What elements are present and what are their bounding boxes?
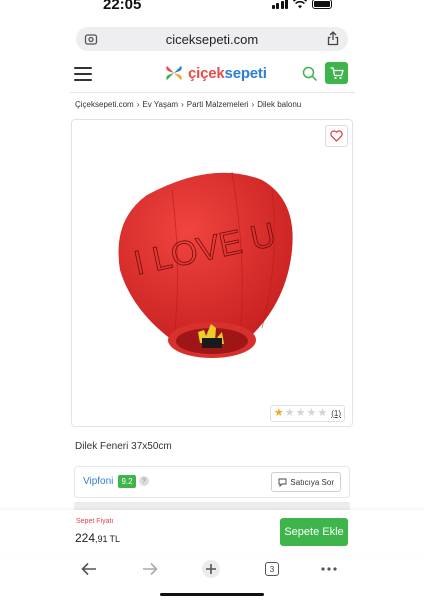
product-image-card[interactable]: I LOVE U ★ ★ ★ ★ ★ (1) <box>71 119 353 427</box>
heart-icon <box>330 130 343 142</box>
price: 224,91 TL <box>75 529 120 547</box>
cart-icon <box>330 66 344 79</box>
browser-bottom-nav: 3 <box>0 555 424 583</box>
price-decimal: ,91 <box>95 534 108 544</box>
review-count-link[interactable]: (1) <box>331 409 341 418</box>
arrow-right-icon <box>143 562 158 576</box>
purchase-bar: Sepet Fiyatı 224,91 TL Sepete Ekle <box>0 510 424 553</box>
more-dots-icon <box>321 567 337 571</box>
url-text[interactable]: ciceksepeti.com <box>166 32 258 47</box>
tabs-button[interactable]: 3 <box>261 558 283 580</box>
seller-score-badge: 9.2 <box>118 475 136 488</box>
chevron-right-icon: › <box>251 100 255 109</box>
new-tab-button[interactable] <box>200 558 222 580</box>
plus-icon <box>202 560 220 578</box>
star-icon: ★ <box>317 407 328 419</box>
status-time: 22:05 <box>103 0 142 13</box>
breadcrumb: Çiçeksepeti.com › Ev Yaşam › Parti Malze… <box>75 100 301 109</box>
logo-flower-icon <box>166 66 182 80</box>
ask-seller-label: Satıcıya Sor <box>290 477 334 487</box>
favorite-button[interactable] <box>325 125 348 147</box>
star-icon: ★ <box>295 407 306 419</box>
star-icon: ★ <box>306 407 317 419</box>
cart-button[interactable] <box>325 62 348 84</box>
signal-icon <box>271 0 288 9</box>
star-icon: ★ <box>273 407 284 419</box>
seller-box: Vipfoni 9.2 ? Satıcıya Sor <box>74 466 350 498</box>
arrow-left-icon <box>81 562 96 576</box>
add-to-cart-button[interactable]: Sepete Ekle <box>280 518 348 546</box>
site-settings-icon[interactable] <box>84 32 98 46</box>
content-strip <box>74 502 350 510</box>
address-bar[interactable]: ciceksepeti.com <box>76 27 348 51</box>
header-divider <box>70 92 355 93</box>
battery-icon <box>312 0 332 9</box>
logo-text-part2: sepeti <box>224 64 267 82</box>
breadcrumb-item-ev-yasam[interactable]: Ev Yaşam <box>142 100 178 109</box>
breadcrumb-item-parti[interactable]: Parti Malzemeleri <box>187 100 249 109</box>
home-indicator <box>160 593 264 596</box>
forward-button[interactable] <box>139 558 161 580</box>
back-button[interactable] <box>78 558 100 580</box>
rating-box[interactable]: ★ ★ ★ ★ ★ (1) <box>269 405 345 422</box>
site-logo[interactable]: çiçeksepeti <box>164 64 267 82</box>
seller-name-link[interactable]: Vipfoni <box>83 476 113 487</box>
site-header: çiçeksepeti <box>0 58 424 92</box>
tab-count: 3 <box>265 562 279 576</box>
breadcrumb-item-current[interactable]: Dilek balonu <box>257 100 301 109</box>
chevron-right-icon: › <box>136 100 140 109</box>
more-button[interactable] <box>318 558 340 580</box>
menu-icon[interactable] <box>74 67 92 81</box>
product-title: Dilek Feneri 37x50cm <box>75 441 172 452</box>
star-icon: ★ <box>284 407 295 419</box>
logo-text-part1: çiçek <box>188 64 225 82</box>
price-currency: TL <box>109 534 121 544</box>
ask-seller-button[interactable]: Satıcıya Sor <box>271 472 341 492</box>
chevron-right-icon: › <box>181 100 184 109</box>
price-main: 224 <box>75 531 96 545</box>
share-icon[interactable] <box>326 31 340 46</box>
breadcrumb-item-home[interactable]: Çiçeksepeti.com <box>75 100 134 109</box>
price-label: Sepet Fiyatı <box>76 518 114 525</box>
product-image: I LOVE U <box>118 171 293 358</box>
wifi-icon <box>293 0 307 9</box>
logo-text: çiçeksepeti <box>188 65 267 82</box>
status-bar: 22:05 <box>0 0 424 22</box>
chat-icon <box>278 478 287 487</box>
status-icons <box>271 0 332 9</box>
search-icon[interactable] <box>302 66 318 82</box>
help-icon[interactable]: ? <box>139 476 149 486</box>
